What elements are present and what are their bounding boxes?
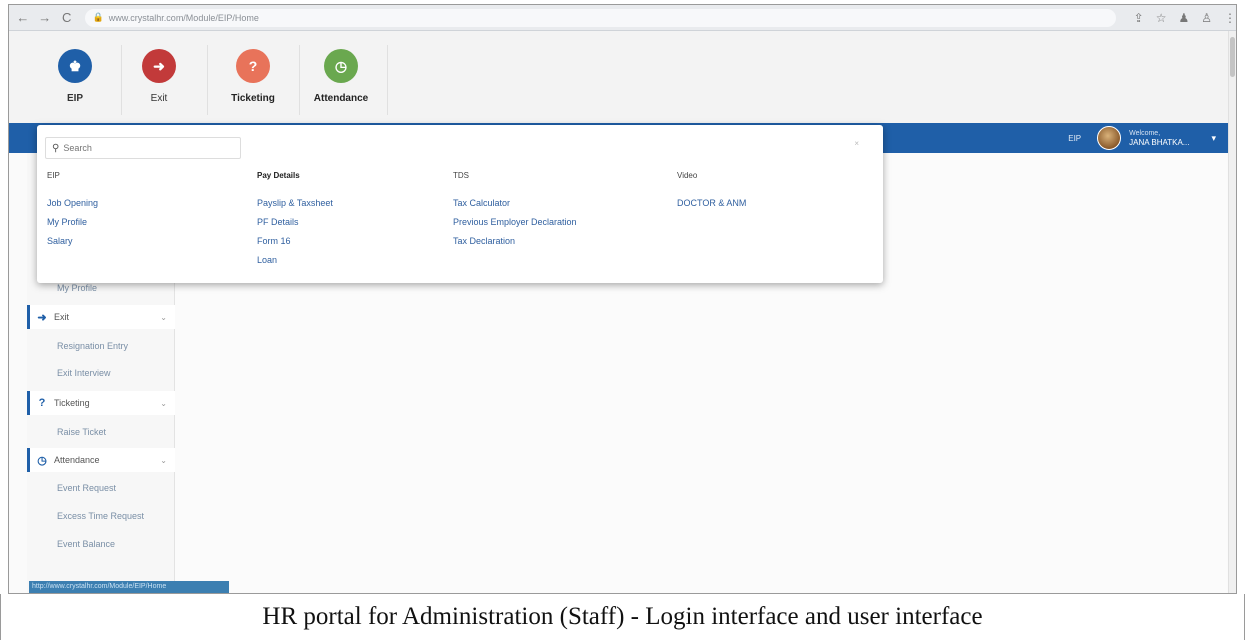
figure-frame: ← → C 🔒 www.crystalhr.com/Module/EIP/Hom… (0, 0, 1245, 640)
sidebar-item-event-balance[interactable]: Event Balance (57, 539, 115, 549)
url-text: www.crystalhr.com/Module/EIP/Home (108, 12, 259, 23)
sidebar-item-ticketing[interactable]: ? Ticketing ⌄ (27, 391, 175, 415)
menu-column-eip: EIP Job Opening My Profile Salary (47, 171, 98, 255)
menu-item-payslip[interactable]: Payslip & Taxsheet (257, 198, 333, 217)
menu-item-tax-declaration[interactable]: Tax Declaration (453, 236, 577, 255)
welcome-block[interactable]: Welcome, JANA BHATKA... (1129, 129, 1189, 147)
eip-switch[interactable]: EIP (1068, 134, 1081, 143)
lock-icon: 🔒 (92, 12, 104, 22)
module-ticketing[interactable]: ? Ticketing (213, 49, 293, 104)
divider (387, 45, 388, 115)
sidebar-item-label: Ticketing (54, 398, 90, 408)
menu-column-heading: TDS (453, 171, 469, 180)
sidebar-item-label: Exit (54, 312, 70, 322)
user-area: EIP Welcome, JANA BHATKA... ▾ (1068, 126, 1216, 150)
module-eip[interactable]: ♚ EIP (35, 49, 115, 104)
menu-item-doctor-anm[interactable]: DOCTOR & ANM (677, 198, 746, 217)
module-label: Exit (150, 93, 168, 104)
close-icon[interactable]: × (854, 139, 859, 148)
question-icon: ? (38, 397, 46, 409)
status-url-strip: http://www.crystalhr.com/Module/EIP/Home (29, 581, 229, 593)
forward-icon[interactable]: → (37, 10, 53, 25)
chevron-down-icon[interactable]: ⌄ (160, 399, 167, 408)
divider (299, 45, 300, 115)
search-input[interactable] (63, 143, 224, 153)
scrollbar[interactable] (1228, 31, 1236, 593)
module-label: Ticketing (231, 93, 275, 104)
scrollbar-thumb[interactable] (1230, 37, 1235, 77)
menu-item-tax-calculator[interactable]: Tax Calculator (453, 198, 577, 217)
share-icon[interactable]: ⇪ (1134, 11, 1144, 25)
module-exit[interactable]: ➜ Exit (119, 49, 199, 104)
menu-item-loan[interactable]: Loan (257, 255, 333, 274)
address-bar[interactable]: 🔒 www.crystalhr.com/Module/EIP/Home (84, 8, 1116, 27)
eip-icon: ♚ (58, 49, 92, 83)
browser-actions: ⇪ ☆ ♟ ♙ ⋮ (1134, 11, 1236, 25)
menu-column-pay-details: Pay Details Payslip & Taxsheet PF Detail… (257, 171, 333, 274)
divider (207, 45, 208, 115)
clock-icon: ◷ (324, 49, 358, 83)
sidebar-item-label: Attendance (54, 455, 100, 465)
search-box: ⚲ (45, 137, 241, 159)
chevron-down-icon[interactable]: ▾ (1211, 133, 1216, 144)
sidebar-item-exit-interview[interactable]: Exit Interview (57, 368, 111, 378)
exit-icon: ➜ (142, 49, 176, 83)
extension-icon[interactable]: ♟ (1178, 11, 1189, 25)
module-label: Attendance (313, 93, 369, 104)
menu-item-my-profile[interactable]: My Profile (47, 217, 98, 236)
menu-item-previous-employer[interactable]: Previous Employer Declaration (453, 217, 577, 236)
menu-column-tds: TDS Tax Calculator Previous Employer Dec… (453, 171, 577, 255)
figure-caption: HR portal for Administration (Staff) - L… (0, 594, 1245, 640)
sidebar-item-my-profile[interactable]: My Profile (57, 283, 97, 293)
reload-icon[interactable]: C (59, 10, 75, 25)
welcome-line: Welcome, (1129, 130, 1161, 137)
chevron-down-icon[interactable]: ⌄ (160, 313, 167, 322)
chevron-down-icon[interactable]: ⌄ (160, 456, 167, 465)
menu-column-heading: Video (677, 171, 698, 180)
exit-icon: ➜ (37, 311, 47, 324)
menu-item-form-16[interactable]: Form 16 (257, 236, 333, 255)
clock-icon: ◷ (37, 454, 47, 467)
profile-icon[interactable]: ♙ (1201, 11, 1212, 25)
sidebar-item-raise-ticket[interactable]: Raise Ticket (57, 427, 106, 437)
module-label: EIP (66, 93, 84, 104)
avatar[interactable] (1097, 126, 1122, 150)
question-icon: ? (236, 49, 270, 83)
browser-menu-icon[interactable]: ⋮ (1224, 11, 1236, 25)
module-bar: ♚ EIP ➜ Exit ? Ticketing ◷ Attendance (9, 31, 1236, 123)
back-icon[interactable]: ← (15, 10, 31, 25)
menu-item-salary[interactable]: Salary (47, 236, 98, 255)
search-icon: ⚲ (52, 142, 60, 154)
module-attendance[interactable]: ◷ Attendance (301, 49, 381, 104)
eip-mega-menu: ⚲ × EIP Job Opening My Profile Salary Pa… (37, 125, 883, 283)
menu-item-job-opening[interactable]: Job Opening (47, 198, 98, 217)
sidebar-item-attendance[interactable]: ◷ Attendance ⌄ (27, 448, 175, 472)
sidebar-item-event-request[interactable]: Event Request (57, 483, 116, 493)
browser-toolbar: ← → C 🔒 www.crystalhr.com/Module/EIP/Hom… (9, 5, 1236, 31)
menu-item-pf-details[interactable]: PF Details (257, 217, 333, 236)
screenshot-panel: ← → C 🔒 www.crystalhr.com/Module/EIP/Hom… (8, 4, 1237, 594)
sidebar-item-exit[interactable]: ➜ Exit ⌄ (27, 305, 175, 329)
bookmark-star-icon[interactable]: ☆ (1156, 11, 1167, 25)
menu-column-video: Video DOCTOR & ANM (677, 171, 746, 217)
menu-column-heading: Pay Details (257, 171, 300, 180)
user-name: JANA BHATKA... (1129, 138, 1190, 147)
sidebar-item-resignation-entry[interactable]: Resignation Entry (57, 341, 128, 351)
menu-column-heading: EIP (47, 171, 60, 180)
sidebar-item-excess-time-request[interactable]: Excess Time Request (57, 511, 144, 521)
